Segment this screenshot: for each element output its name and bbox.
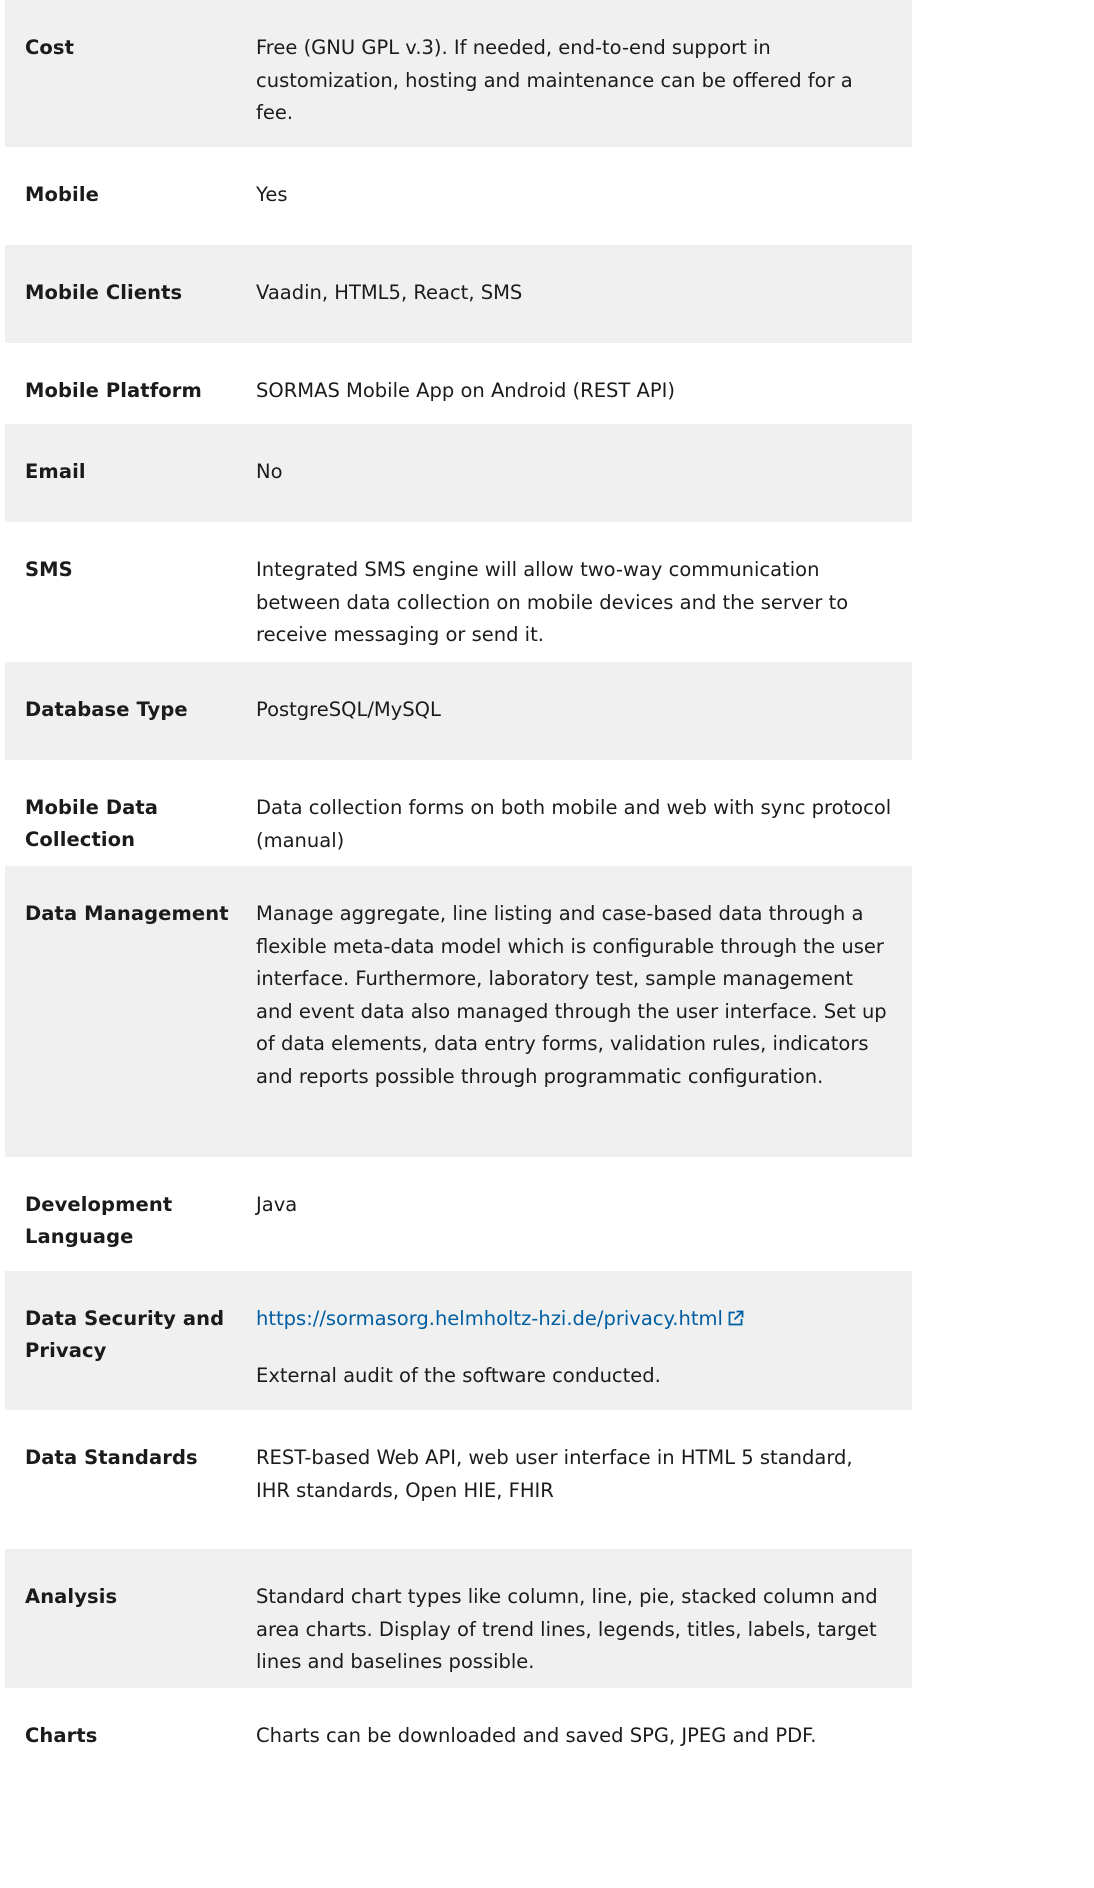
row-value-block: https://sormasorg.helmholtz-hzi.de/priva…	[256, 1303, 912, 1387]
row-analysis: Analysis Standard chart types like colum…	[5, 1549, 912, 1688]
row-label: Data Security and Privacy	[25, 1307, 225, 1362]
spec-table: Cost Free (GNU GPL v.3). If needed, end-…	[5, 0, 912, 1786]
row-value: Free (GNU GPL v.3). If needed, end-to-en…	[256, 36, 853, 124]
row-data-security: Data Security and Privacy https://sormas…	[5, 1271, 912, 1410]
row-label: SMS	[25, 558, 73, 581]
row-data-management: Data Management Manage aggregate, line l…	[5, 866, 912, 1157]
row-mobile-clients: Mobile Clients Vaadin, HTML5, React, SMS	[5, 245, 912, 343]
row-value: Java	[256, 1193, 298, 1216]
row-email: Email No	[5, 424, 912, 522]
row-label: Data Management	[25, 902, 229, 925]
external-link-icon[interactable]	[727, 1305, 744, 1338]
row-label: Mobile Clients	[25, 281, 183, 304]
row-sms: SMS Integrated SMS engine will allow two…	[5, 522, 912, 662]
row-value: Data collection forms on both mobile and…	[256, 796, 892, 852]
row-value: REST-based Web API, web user interface i…	[256, 1446, 853, 1502]
row-label: Database Type	[25, 698, 188, 721]
row-charts: Charts Charts can be downloaded and save…	[5, 1688, 912, 1786]
row-label: Data Standards	[25, 1446, 198, 1469]
row-label: Mobile Data Collection	[25, 796, 159, 851]
row-value: Integrated SMS engine will allow two-way…	[256, 558, 849, 646]
row-value: Charts can be downloaded and saved SPG, …	[256, 1724, 817, 1747]
row-label: Mobile Platform	[25, 379, 202, 402]
row-development-language: Development Language Java	[5, 1157, 912, 1271]
row-label: Development Language	[25, 1193, 173, 1248]
privacy-link[interactable]: https://sormasorg.helmholtz-hzi.de/priva…	[256, 1307, 723, 1330]
row-mobile-data-collection: Mobile Data Collection Data collection f…	[5, 760, 912, 866]
row-mobile: Mobile Yes	[5, 147, 912, 245]
row-value: Manage aggregate, line listing and case-…	[256, 902, 887, 1088]
row-value: Standard chart types like column, line, …	[256, 1585, 878, 1673]
row-value: No	[256, 460, 283, 483]
row-value: Vaadin, HTML5, React, SMS	[256, 281, 523, 304]
row-cost: Cost Free (GNU GPL v.3). If needed, end-…	[5, 0, 912, 147]
row-data-standards: Data Standards REST-based Web API, web u…	[5, 1410, 912, 1549]
row-database-type: Database Type PostgreSQL/MySQL	[5, 662, 912, 760]
row-value: Yes	[256, 183, 288, 206]
row-label: Email	[25, 460, 86, 483]
row-label: Cost	[25, 36, 75, 59]
row-label: Mobile	[25, 183, 99, 206]
row-value: SORMAS Mobile App on Android (REST API)	[256, 379, 675, 402]
row-label: Analysis	[25, 1585, 118, 1608]
row-mobile-platform: Mobile Platform SORMAS Mobile App on And…	[5, 343, 912, 424]
row-value: PostgreSQL/MySQL	[256, 698, 441, 721]
row-value: External audit of the software conducted…	[256, 1363, 661, 1387]
row-label: Charts	[25, 1724, 98, 1747]
privacy-link-line: https://sormasorg.helmholtz-hzi.de/priva…	[256, 1303, 892, 1338]
